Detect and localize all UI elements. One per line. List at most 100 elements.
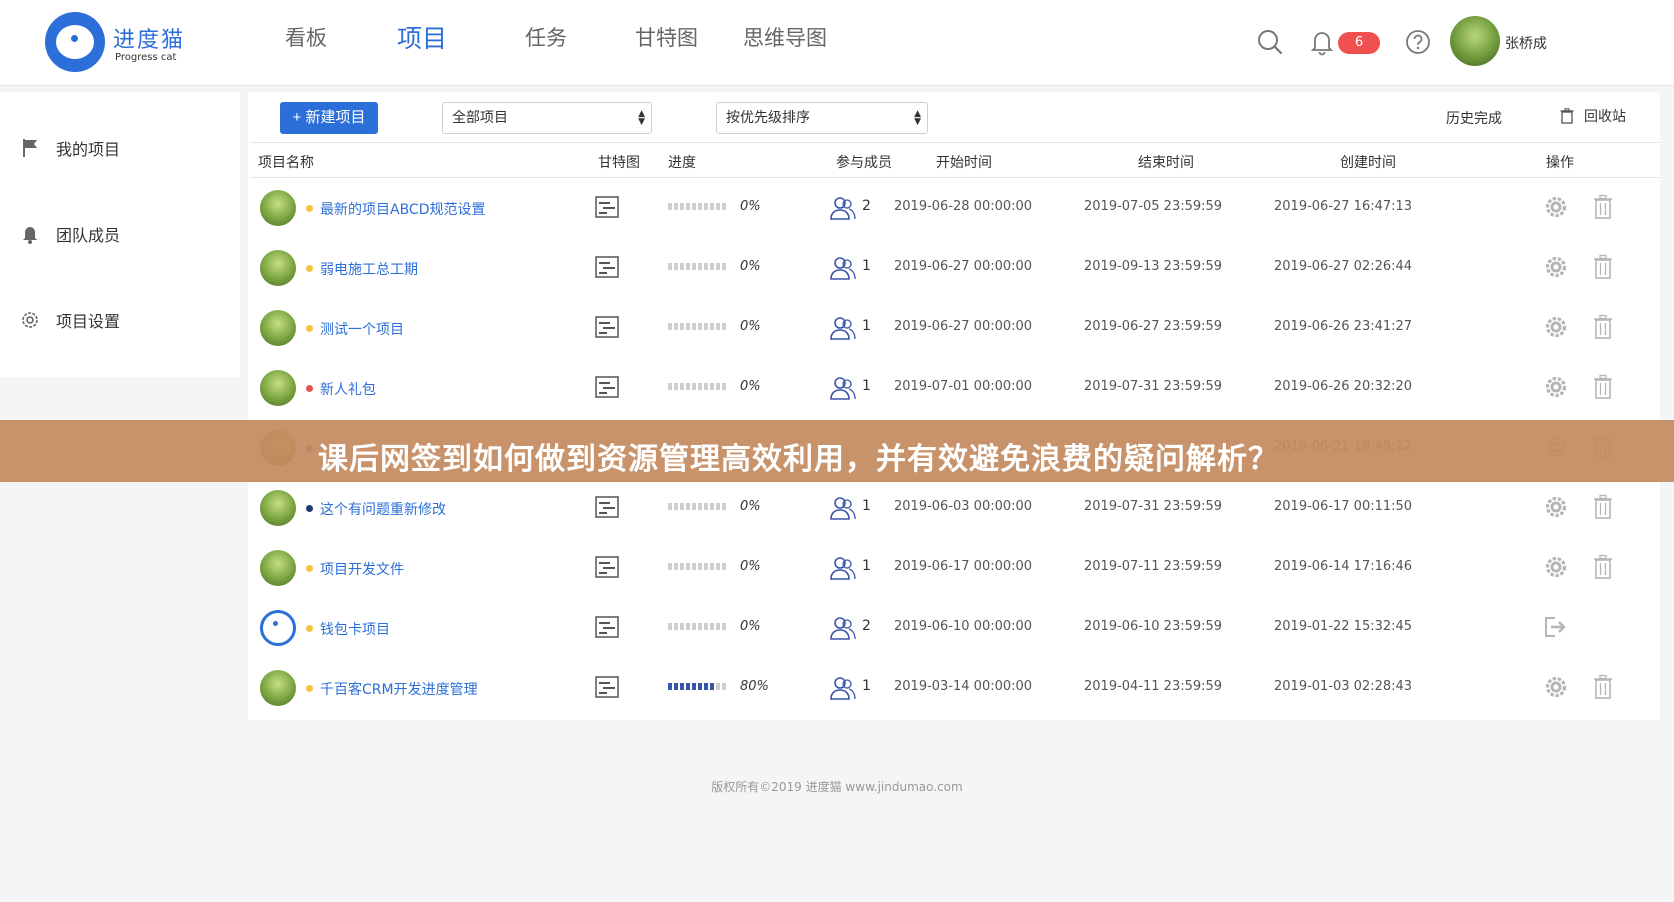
table-row[interactable]: 测试一个项目 0% 1 2019-06-27 00:00:00 2019-06-27 2…: [250, 298, 1660, 358]
start-time: 2019-06-27 00:00:00: [894, 259, 1033, 274]
priority-dot: [306, 265, 313, 272]
user-name[interactable]: 张桥成: [1505, 33, 1547, 53]
priority-dot: [306, 325, 313, 332]
delete-trash-icon[interactable]: [1593, 254, 1613, 280]
project-filter-select[interactable]: 全部项目 ▲ ▼: [442, 102, 652, 134]
settings-gear-icon[interactable]: [1544, 255, 1568, 279]
delete-trash-icon[interactable]: [1593, 494, 1613, 520]
members-icon[interactable]: [830, 495, 856, 521]
delete-trash-icon[interactable]: [1593, 674, 1613, 700]
overlay-banner: 课后网签到如何做到资源管理高效利用，并有效避免浪费的疑问解析？: [0, 420, 1674, 482]
brand-name: 进度猫: [113, 28, 186, 53]
delete-trash-icon[interactable]: [1593, 314, 1613, 340]
nav-item-gantt[interactable]: 甘特图: [635, 22, 698, 52]
project-name-link[interactable]: 测试一个项目: [320, 319, 404, 339]
members-icon[interactable]: [830, 615, 856, 641]
progress-bar: [668, 263, 728, 270]
members-icon[interactable]: [830, 555, 856, 581]
project-avatar: [260, 310, 296, 346]
history-completed-link[interactable]: 历史完成: [1446, 108, 1502, 128]
member-count: 2: [862, 198, 871, 214]
bell-icon[interactable]: [1308, 28, 1336, 56]
table-row[interactable]: 弱电施工总工期 0% 1 2019-06-27 00:00:00 2019-09-13 …: [250, 238, 1660, 298]
settings-gear-icon[interactable]: [1544, 315, 1568, 339]
project-name-link[interactable]: 项目开发文件: [320, 559, 404, 579]
nav-item-kanban[interactable]: 看板: [285, 22, 327, 52]
project-name-link[interactable]: 钱包卡项目: [320, 619, 390, 639]
table-row[interactable]: 这个有问题重新修改 0% 1 2019-06-03 00:00:00 2019-07-3…: [250, 478, 1660, 538]
sidebar-item-team-members[interactable]: 团队成员: [20, 219, 120, 249]
gantt-chart-icon[interactable]: [595, 676, 619, 698]
project-name-link[interactable]: 最新的项目ABCD规范设置: [320, 199, 486, 219]
members-icon[interactable]: [830, 675, 856, 701]
members-icon[interactable]: [830, 255, 856, 281]
sidebar-item-project-settings[interactable]: 项目设置: [20, 305, 120, 335]
recycle-bin-link[interactable]: 回收站: [1560, 106, 1626, 126]
gantt-chart-icon[interactable]: [595, 256, 619, 278]
brand-tagline: Progress cat: [115, 52, 177, 63]
progress-bar: [668, 323, 728, 330]
bell-icon: [20, 224, 40, 244]
settings-gear-icon[interactable]: [1544, 195, 1568, 219]
delete-trash-icon[interactable]: [1593, 194, 1613, 220]
end-time: 2019-07-31 23:59:59: [1084, 379, 1223, 394]
progress-fill: [668, 683, 716, 690]
progress-bar: [668, 563, 728, 570]
members-icon[interactable]: [830, 375, 856, 401]
table-row[interactable]: 项目开发文件 0% 1 2019-06-17 00:00:00 2019-07-11 2…: [250, 538, 1660, 598]
settings-gear-icon[interactable]: [1544, 675, 1568, 699]
table-row[interactable]: 新人礼包 0% 1 2019-07-01 00:00:00 2019-07-31 23:…: [250, 358, 1660, 418]
nav-item-tasks[interactable]: 任务: [525, 22, 567, 52]
created-time: 2019-06-14 17:16:46: [1274, 559, 1413, 574]
end-time: 2019-09-13 23:59:59: [1084, 259, 1223, 274]
project-name-link[interactable]: 这个有问题重新修改: [320, 499, 446, 519]
sidebar-item-label: 项目设置: [56, 312, 121, 331]
delete-trash-icon[interactable]: [1593, 554, 1613, 580]
sort-select[interactable]: 按优先级排序 ▲ ▼: [716, 102, 928, 134]
help-icon[interactable]: [1404, 28, 1432, 56]
user-avatar[interactable]: [1450, 16, 1500, 66]
settings-gear-icon[interactable]: [1544, 375, 1568, 399]
created-time: 2019-06-27 16:47:13: [1274, 199, 1413, 214]
created-time: 2019-06-17 00:11:50: [1274, 499, 1413, 514]
end-time: 2019-06-27 23:59:59: [1084, 319, 1223, 334]
sidebar-item-my-projects[interactable]: 我的项目: [20, 133, 120, 163]
member-count: 2: [862, 618, 871, 634]
gantt-chart-icon[interactable]: [595, 616, 619, 638]
created-time: 2019-06-27 02:26:44: [1274, 259, 1413, 274]
table-row[interactable]: 钱包卡项目 0% 2 2019-06-10 00:00:00 2019-06-10 23…: [250, 598, 1660, 658]
gantt-chart-icon[interactable]: [595, 496, 619, 518]
delete-trash-icon[interactable]: [1593, 374, 1613, 400]
gantt-chart-icon[interactable]: [595, 196, 619, 218]
recycle-bin-label: 回收站: [1584, 109, 1626, 125]
sidebar-item-label: 我的项目: [56, 140, 121, 159]
table-header: 项目名称 甘特图 进度 参与成员 开始时间 结束时间 创建时间 操作: [250, 142, 1660, 178]
members-icon[interactable]: [830, 195, 856, 221]
members-icon[interactable]: [830, 315, 856, 341]
project-avatar: [260, 610, 296, 646]
project-name-link[interactable]: 弱电施工总工期: [320, 259, 418, 279]
search-icon[interactable]: [1256, 28, 1284, 56]
start-time: 2019-06-28 00:00:00: [894, 199, 1033, 214]
project-name-link[interactable]: 千百客CRM开发进度管理: [320, 679, 478, 699]
gantt-chart-icon[interactable]: [595, 376, 619, 398]
notification-badge[interactable]: 6: [1338, 32, 1380, 54]
table-row[interactable]: 最新的项目ABCD规范设置 0% 2 2019-06-28 00:00:00 2019-…: [250, 178, 1660, 238]
new-project-button[interactable]: + 新建项目: [280, 102, 378, 134]
footer-copyright: 版权所有©2019 进度猫 www.jindumao.com: [711, 780, 963, 794]
nav-item-projects[interactable]: 项目: [397, 19, 447, 55]
gantt-chart-icon[interactable]: [595, 316, 619, 338]
priority-dot: [306, 685, 313, 692]
exit-project-icon[interactable]: [1544, 616, 1568, 638]
settings-gear-icon[interactable]: [1544, 495, 1568, 519]
nav-item-mindmap[interactable]: 思维导图: [743, 22, 827, 52]
gantt-chart-icon[interactable]: [595, 556, 619, 578]
created-time: 2019-01-22 15:32:45: [1274, 619, 1413, 634]
brand-logo[interactable]: 进度猫 Progress cat: [45, 12, 195, 72]
project-name-link[interactable]: 新人礼包: [320, 379, 376, 399]
start-time: 2019-06-27 00:00:00: [894, 319, 1033, 334]
table-row[interactable]: 千百客CRM开发进度管理 80% 1 2019-03-14 00:00:00 2019-…: [250, 658, 1660, 718]
settings-gear-icon[interactable]: [1544, 555, 1568, 579]
select-caret-icon: ▲ ▼: [638, 109, 645, 127]
progress-bar: [668, 683, 728, 690]
